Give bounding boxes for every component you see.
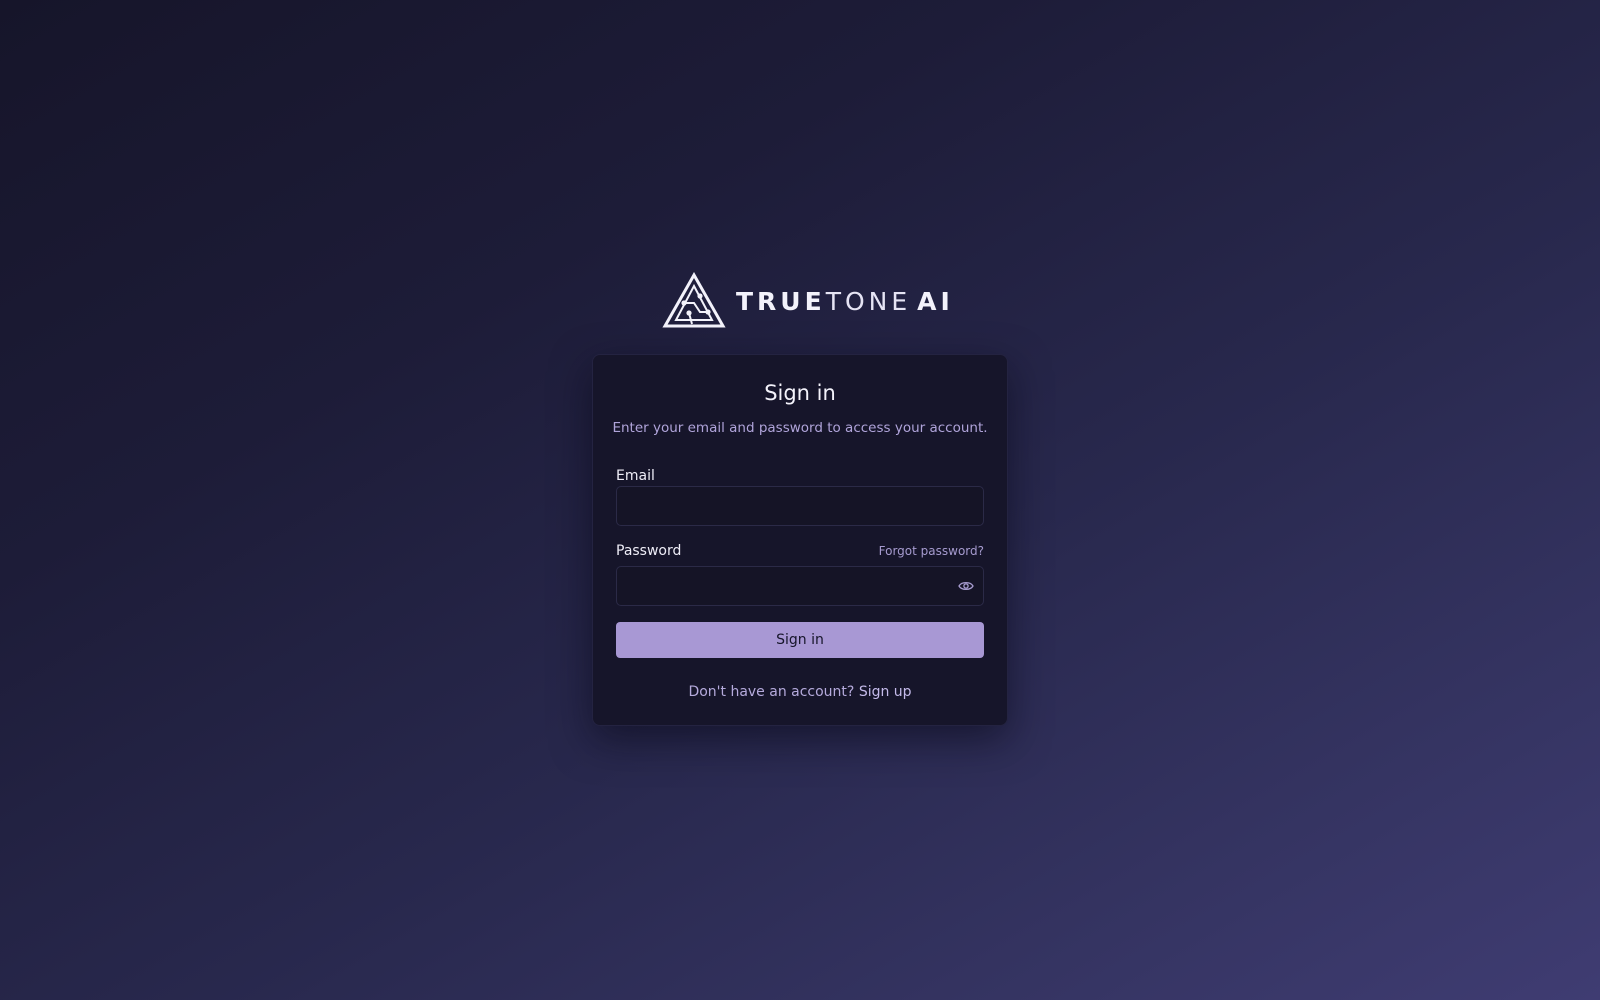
signup-prompt-text: Don't have an account?: [688, 684, 855, 700]
signup-prompt: Don't have an account? Sign up: [593, 684, 1007, 700]
card-subtitle: Enter your email and password to access …: [612, 420, 988, 436]
circuit-triangle-logo-icon: [662, 272, 726, 328]
password-field-wrapper: [616, 566, 984, 606]
sign-up-link[interactable]: Sign up: [859, 684, 912, 700]
forgot-password-link[interactable]: Forgot password?: [879, 544, 984, 558]
brand-name-ai: AI: [917, 286, 954, 316]
email-field[interactable]: [616, 486, 984, 526]
password-field[interactable]: [616, 566, 984, 606]
password-label: Password: [616, 543, 682, 559]
brand-wordmark: TRUETONE AI: [736, 289, 954, 314]
brand-name-true: TRUE: [736, 286, 826, 316]
eye-icon[interactable]: [956, 576, 976, 596]
sign-in-button[interactable]: Sign in: [616, 622, 984, 658]
card-title: Sign in: [764, 381, 836, 405]
brand-name-tone: TONE: [825, 286, 912, 316]
sign-in-card: Sign in Enter your email and password to…: [592, 354, 1008, 726]
email-label: Email: [616, 468, 655, 484]
brand-logo: TRUETONE AI: [662, 272, 954, 330]
